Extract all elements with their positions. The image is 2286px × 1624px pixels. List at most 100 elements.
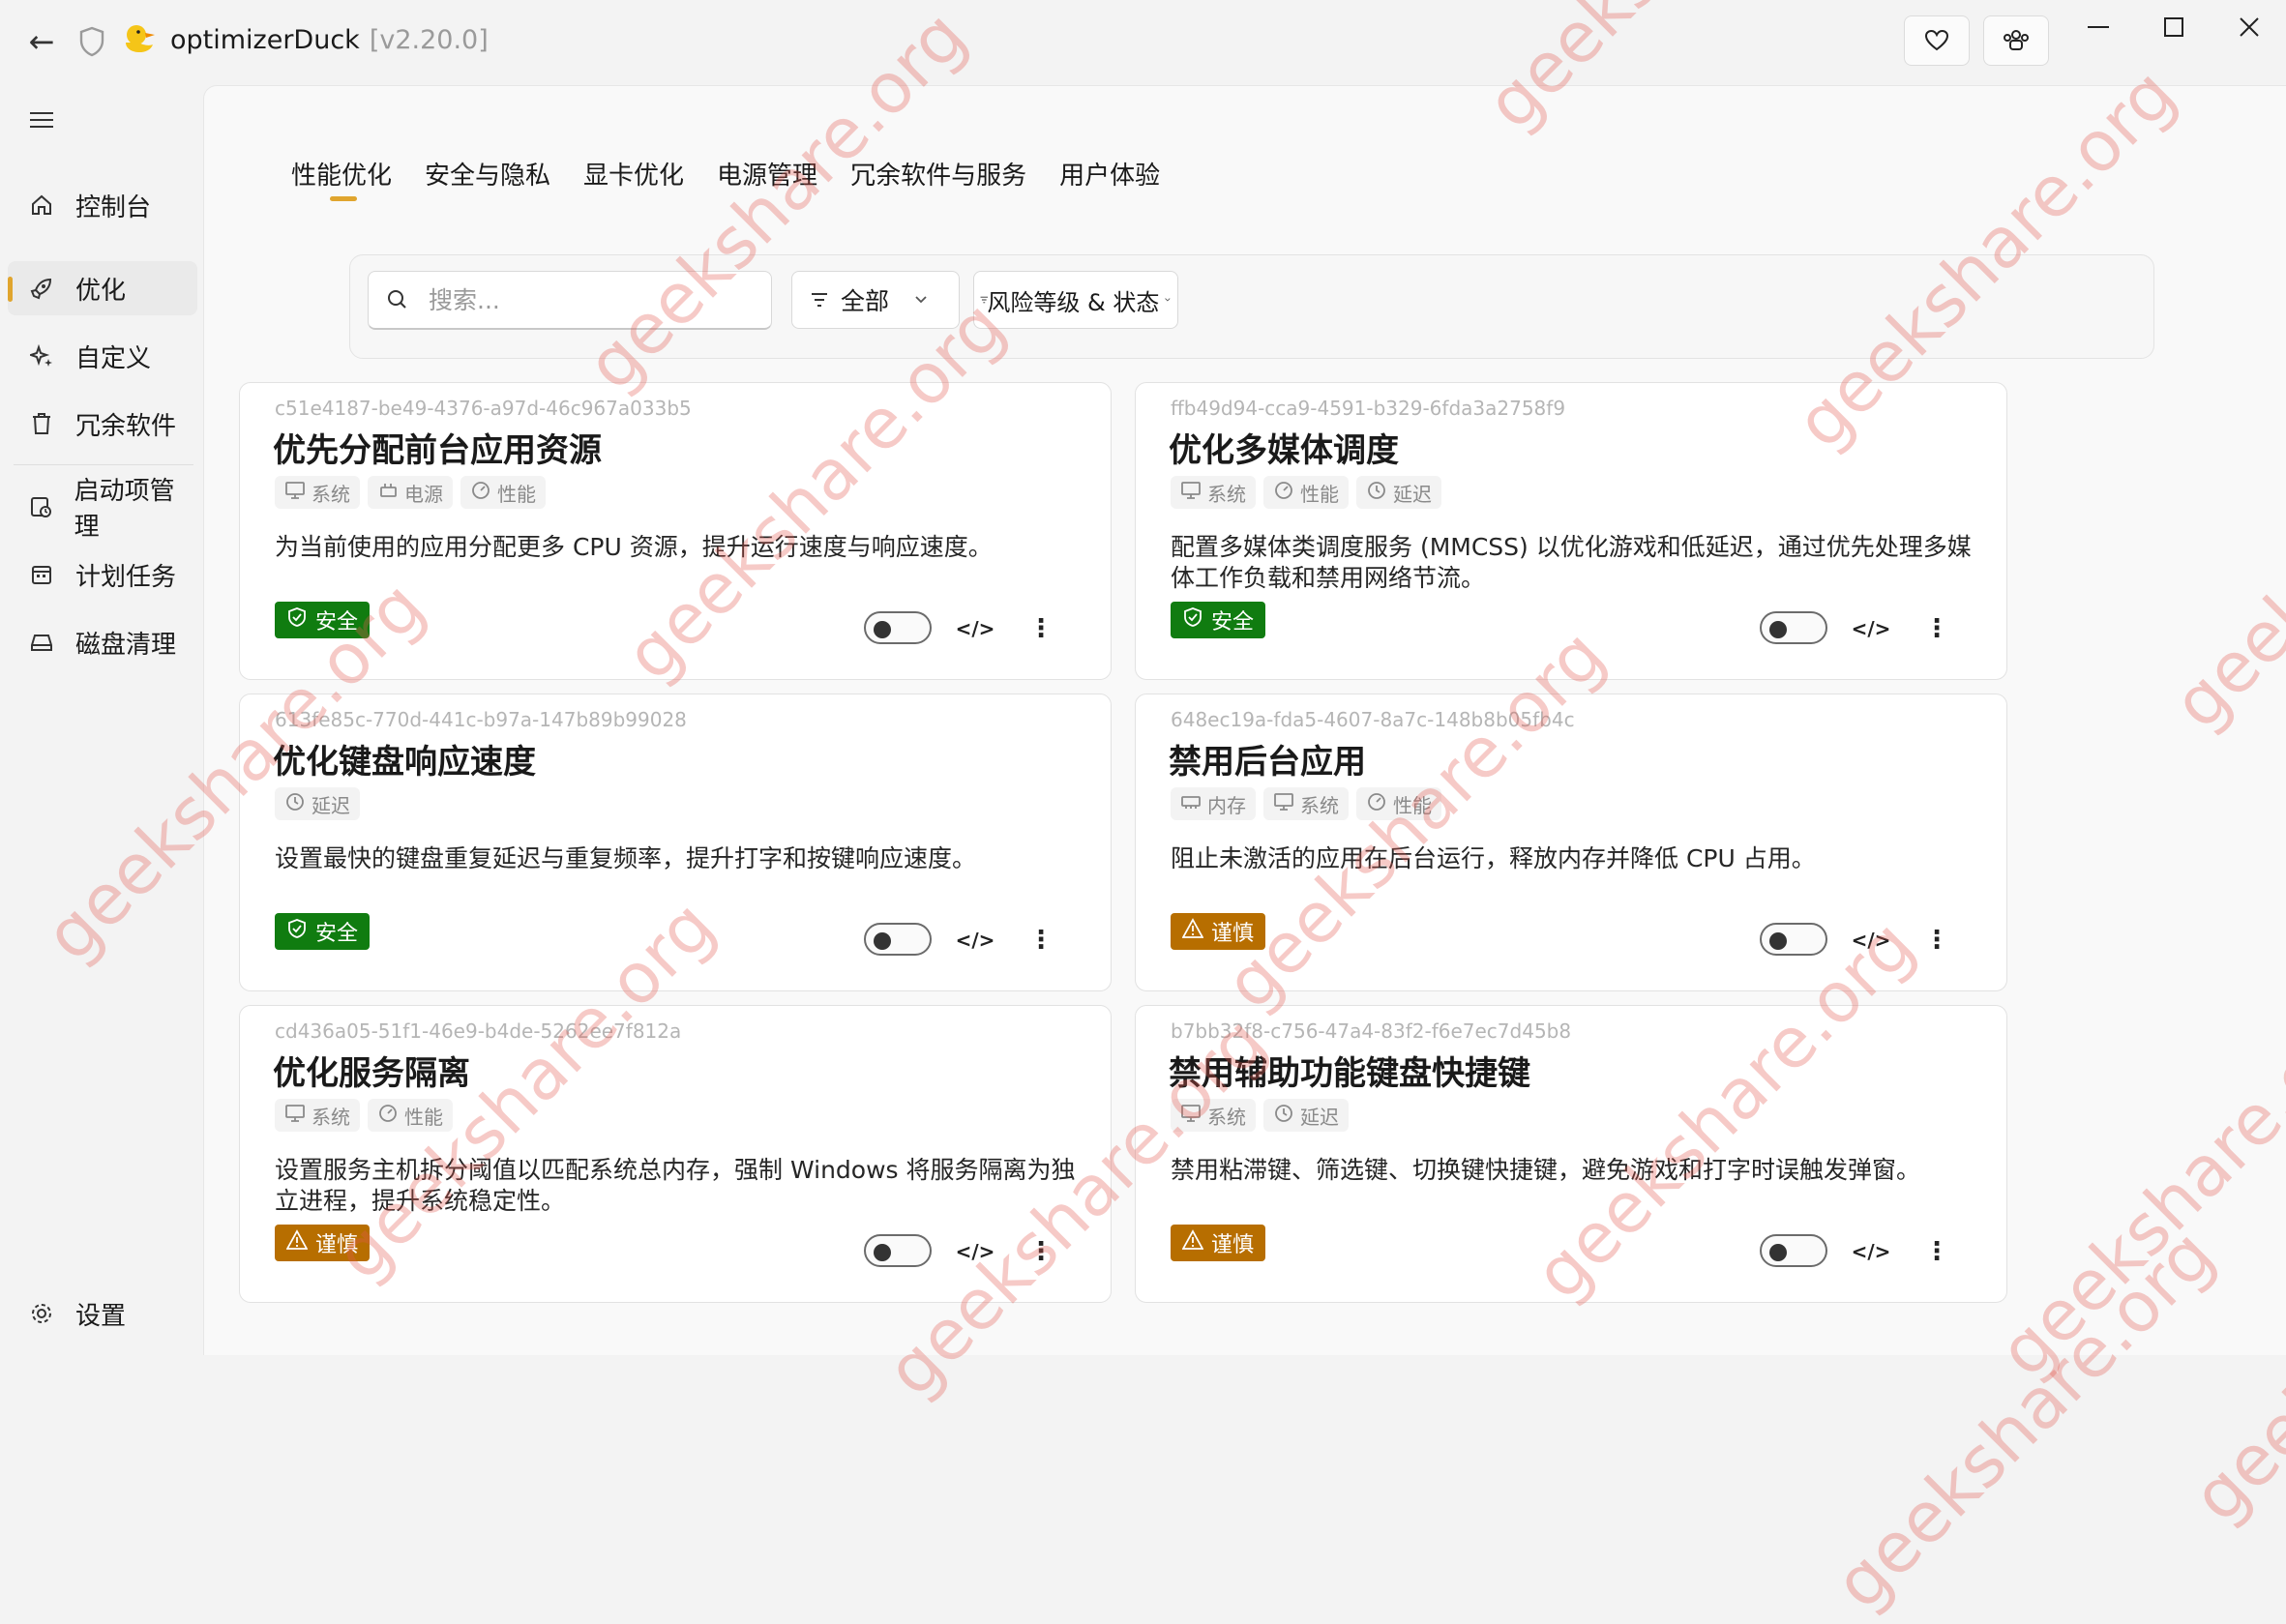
tab-user-experience[interactable]: 用户体验 — [1059, 156, 1160, 201]
more-options-button[interactable]: ⋮ — [1919, 1234, 1954, 1269]
view-code-button[interactable]: </> — [1852, 923, 1891, 958]
code-icon: </> — [955, 1240, 995, 1263]
tweak-card: c51e4187-be49-4376-a97d-46c967a033b5 优先分… — [239, 382, 1112, 680]
sparkle-icon — [30, 344, 52, 367]
tag-chip: 延迟 — [1356, 476, 1441, 509]
enable-toggle[interactable] — [1760, 1234, 1827, 1267]
risk-badge-label: 安全 — [315, 610, 359, 635]
category-dropdown[interactable]: 全部 — [791, 271, 960, 329]
sidebar-item-label: 自定义 — [75, 343, 152, 373]
more-options-button[interactable]: ⋮ — [1024, 923, 1058, 958]
toggle-knob — [1769, 621, 1787, 638]
code-icon: </> — [955, 617, 995, 640]
tag-list: 延迟 — [275, 787, 360, 820]
tab-bloatware-services[interactable]: 冗余软件与服务 — [850, 156, 1026, 201]
tweak-description: 阻止未激活的应用在后台运行，释放内存并降低 CPU 占用。 — [1171, 844, 1816, 872]
risk-status-dropdown-value: 风险等级 & 状态 — [987, 288, 1160, 316]
sidebar-item-label: 启动项管理 — [74, 477, 175, 542]
warning-icon — [285, 1229, 309, 1256]
tag-label: 系统 — [312, 482, 350, 506]
clock-icon — [1366, 481, 1387, 505]
sidebar-item-scheduled-tasks[interactable]: 计划任务 — [8, 547, 197, 602]
tag-chip: 性能 — [1356, 787, 1441, 820]
code-icon: </> — [1851, 1240, 1891, 1263]
shield-icon — [79, 26, 104, 57]
view-code-button[interactable]: </> — [1852, 611, 1891, 646]
sidebar-item-bloatware[interactable]: 冗余软件 — [8, 397, 197, 451]
tag-chip: 系统 — [1171, 1099, 1256, 1132]
tweak-title: 优先分配前台应用资源 — [273, 431, 602, 470]
tag-list: 系统 性能 延迟 — [1171, 476, 1441, 509]
maximize-button[interactable] — [2140, 6, 2208, 48]
tweak-description: 禁用粘滞键、筛选键、切换键快捷键，避免游戏和打字时误触发弹窗。 — [1171, 1156, 1921, 1184]
tweak-card: ffb49d94-cca9-4591-b329-6fda3a2758f9 优化多… — [1135, 382, 2007, 680]
back-arrow-icon[interactable]: ← — [21, 21, 62, 62]
home-icon — [32, 194, 51, 215]
tag-label: 系统 — [1207, 1105, 1246, 1129]
sidebar-item-settings[interactable]: 设置 — [8, 1286, 197, 1341]
tab-gpu[interactable]: 显卡优化 — [583, 156, 684, 201]
risk-status-dropdown[interactable]: 风险等级 & 状态 — [973, 271, 1178, 329]
sidebar-divider — [14, 464, 193, 465]
tweak-id: c51e4187-be49-4376-a97d-46c967a033b5 — [275, 397, 692, 420]
enable-toggle[interactable] — [864, 1234, 932, 1267]
tweak-card: 613fe85c-770d-441c-b97a-147b89b99028 优化键… — [239, 694, 1112, 991]
risk-badge: 谨慎 — [275, 1225, 371, 1261]
tag-list: 系统 延迟 — [1171, 1099, 1349, 1132]
enable-toggle[interactable] — [864, 923, 932, 956]
sidebar-item-dashboard[interactable]: 控制台 — [8, 178, 197, 232]
search-box[interactable] — [368, 271, 772, 330]
more-vertical-icon: ⋮ — [1028, 926, 1054, 955]
more-options-button[interactable]: ⋮ — [1024, 1234, 1058, 1269]
tweak-id: b7bb32f8-c756-47a4-83f2-f6e7ec7d45b8 — [1171, 1019, 1572, 1043]
tag-chip: 系统 — [1263, 787, 1349, 820]
app-title: optimizerDuck [v2.20.0] — [170, 21, 489, 60]
more-options-button[interactable]: ⋮ — [1024, 611, 1058, 646]
tag-label: 电源 — [404, 482, 443, 506]
more-options-button[interactable]: ⋮ — [1919, 611, 1954, 646]
minimize-button[interactable] — [2064, 6, 2132, 48]
maximize-icon — [2164, 17, 2183, 37]
sidebar: 控制台 优化 自定义 冗余软件 启动项管理 计划任务 磁盘清理 设置 — [0, 81, 203, 1354]
enable-toggle[interactable] — [1760, 611, 1827, 644]
enable-toggle[interactable] — [864, 611, 932, 644]
more-vertical-icon: ⋮ — [1924, 926, 1949, 955]
hamburger-menu-button[interactable] — [8, 93, 75, 147]
tag-chip: 性能 — [1263, 476, 1349, 509]
view-code-button[interactable]: </> — [955, 611, 995, 646]
more-options-button[interactable]: ⋮ — [1919, 923, 1954, 958]
monitor-icon — [284, 481, 306, 505]
sidebar-item-label: 冗余软件 — [75, 411, 177, 441]
tweak-title: 禁用后台应用 — [1169, 743, 1366, 782]
view-code-button[interactable]: </> — [1851, 1234, 1891, 1269]
tab-performance[interactable]: 性能优化 — [291, 156, 392, 201]
tab-power[interactable]: 电源管理 — [717, 156, 817, 201]
view-code-button[interactable]: </> — [956, 923, 995, 958]
risk-badge: 安全 — [275, 602, 371, 638]
tag-list: 内存 系统 性能 — [1171, 787, 1441, 820]
sidebar-item-customize[interactable]: 自定义 — [8, 329, 197, 383]
risk-badge-label: 谨慎 — [315, 1233, 359, 1257]
tag-label: 延迟 — [1393, 482, 1432, 506]
close-button[interactable] — [2215, 6, 2283, 48]
tag-chip: 电源 — [368, 476, 453, 509]
toggle-knob — [1769, 1244, 1787, 1261]
toggle-knob — [874, 1244, 891, 1261]
sidebar-item-optimize[interactable]: 优化 — [8, 261, 197, 315]
enable-toggle[interactable] — [1760, 923, 1827, 956]
shield-check-icon — [286, 918, 308, 945]
view-code-button[interactable]: </> — [955, 1234, 995, 1269]
search-input[interactable] — [427, 284, 750, 315]
favorite-button[interactable] — [1904, 15, 1970, 66]
sidebar-item-disk-cleanup[interactable]: 磁盘清理 — [8, 615, 197, 669]
tag-chip: 性能 — [368, 1099, 453, 1132]
shield-check-icon — [286, 606, 308, 634]
community-button[interactable] — [1983, 15, 2049, 66]
monitor-icon — [1180, 1104, 1202, 1128]
gauge-icon — [470, 481, 491, 505]
sidebar-item-startup[interactable]: 启动项管理 — [8, 477, 197, 542]
gauge-icon — [1366, 792, 1387, 816]
tweak-title: 优化键盘响应速度 — [273, 743, 536, 782]
tweak-description: 设置服务主机拆分阈值以匹配系统总内存，强制 Windows 将服务隔离为独立进程… — [275, 1156, 1076, 1215]
tab-security-privacy[interactable]: 安全与隐私 — [425, 156, 550, 201]
